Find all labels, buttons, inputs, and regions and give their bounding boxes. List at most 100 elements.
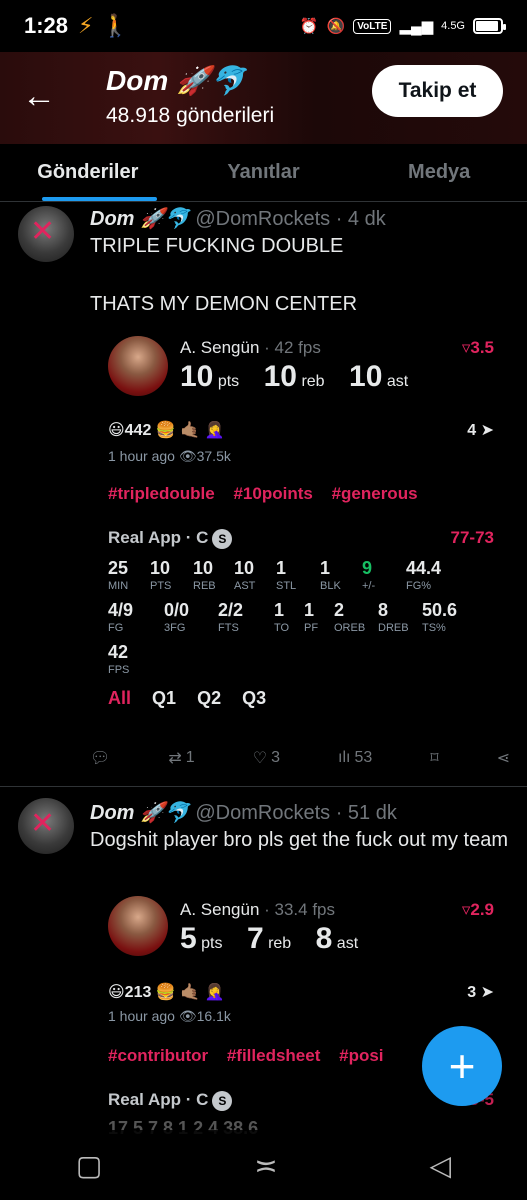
red-x-icon: ✕ [30,807,56,840]
red-x-icon: ✕ [30,215,56,248]
stat-cell: 0/0 3FG [164,600,190,634]
system-nav-bar: ▢ ≍ ◁ [0,1130,527,1200]
hashtag-row: #contributor #filledsheet #posi [108,1046,398,1066]
views-button[interactable]: ılı 53 [338,748,372,768]
compose-button[interactable]: + [422,1026,502,1106]
s-badge-icon: S [212,529,233,549]
quarter-all[interactable]: All [108,688,131,708]
game-score: 77-73 [450,528,494,547]
quarter-tabs: All Q1 Q2 Q3 [108,688,282,709]
follow-button[interactable]: Takip et [372,65,503,117]
bar-chart-icon: ılı [338,749,351,766]
stat-cell: 10 AST [234,558,256,592]
back-arrow-icon[interactable]: ← [22,78,62,118]
tweet-header: Dom 🚀🐬 @DomRockets · 4 dk [90,206,386,231]
signal-icon: ▂▄▆ [399,18,434,35]
share-count[interactable]: 4 ➤ [467,420,494,440]
alarm-icon: ⏰ [299,18,319,35]
profile-header: ← Dom 🚀🐬 48.918 gönderileri Takip et [0,52,527,144]
quarter-q3[interactable]: Q3 [242,688,266,708]
player-avatar [108,896,168,956]
reaction-emojis[interactable]: 😃213 🍔 🤙🏽 🤦‍♀️ [108,984,224,1001]
stat-cell: 1 PF [304,600,319,634]
stat-cell: 42 FPS [108,642,130,676]
tweet-text: TRIPLE FUCKING DOUBLE THATS MY DEMON CEN… [90,235,358,315]
battery-icon [473,18,506,34]
hashtag[interactable]: #10points [233,484,312,503]
back-triangle-icon[interactable]: ◁ [430,1149,452,1182]
tab-replies[interactable]: Yanıtlar [176,144,352,201]
like-button[interactable]: ♡ 3 [253,748,280,768]
fps-delta: ▿3.5 [461,338,494,357]
divider [0,786,527,787]
recents-icon[interactable]: ▢ [76,1149,102,1182]
hashtag[interactable]: #generous [332,484,418,503]
handle-time: @DomRockets · 51 dk [195,802,397,824]
profile-name: Dom 🚀🐬 [106,65,246,96]
tweet-actions: 💬︎ ⇄ 1 ♡ 3 ılı 53 ⌑ ⋖ [90,748,510,768]
s-badge-icon: S [212,1091,233,1111]
walking-icon: 🚶 [101,13,129,38]
retweet-button[interactable]: ⇄ 1 [168,748,194,768]
player-name: A. Sengün [180,338,260,357]
mute-icon: 🔕 [326,18,346,35]
stat-cell: 50.6 TS% [422,600,458,634]
reaction-emojis[interactable]: 😃442 🍔 🤙🏽 🤦‍♀️ [108,422,224,439]
app-notification-icon: ⚡ [78,13,94,38]
player-statline: 5 pts 7 reb 8 ast [180,922,359,955]
bookmark-button[interactable]: ⌑ [430,748,438,768]
quarter-q1[interactable]: Q1 [152,688,176,708]
player-card[interactable]: A. Sengün · 42 fps ▿3.5 10 pts 10 reb 10… [108,336,498,400]
post-meta: 1 hour ago 👁16.1k [108,1008,231,1024]
player-fps: · 33.4 fps [264,900,336,919]
avatar[interactable]: ✕ [18,798,74,854]
reply-button[interactable]: 💬︎ [90,748,110,768]
stat-cell: 2/2 FTS [218,600,244,634]
quarter-q2[interactable]: Q2 [197,688,221,708]
share-button[interactable]: ⋖ [497,748,510,768]
player-card[interactable]: A. Sengün · 33.4 fps ▿2.9 5 pts 7 reb 8 … [108,896,498,960]
reactions-row[interactable]: 😃213 🍔 🤙🏽 🤦‍♀️ 3 ➤ [108,982,498,1002]
player-name-line: A. Sengün · 42 fps [180,338,321,358]
player-fps: · 42 fps [264,338,321,357]
ast-value: 8 [315,922,333,955]
stat-cell: 10 REB [193,558,216,592]
display-name[interactable]: Dom 🚀🐬 [90,802,190,824]
display-name[interactable]: Dom 🚀🐬 [90,208,190,230]
plus-icon: + [448,1040,476,1092]
stat-cell: 8 DREB [378,600,409,634]
player-name: A. Sengün [180,900,260,919]
share-icon: ⋖ [496,750,510,767]
stat-cell: 1 STL [276,558,297,592]
bookmark-icon: ⌑ [430,750,439,767]
heart-icon: ♡ [252,750,268,767]
realapp-title: Real App · C [108,528,209,547]
fps-delta: ▿2.9 [461,900,494,919]
tweet-header: Dom 🚀🐬 @DomRockets · 51 dk [90,800,397,825]
reply-icon: 💬︎ [90,750,111,767]
tab-posts[interactable]: Gönderiler [0,144,176,201]
stat-cell: 25 MIN [108,558,129,592]
stat-cell: 1 BLK [320,558,341,592]
reb-value: 7 [246,922,264,955]
pts-value: 5 [180,922,197,955]
avatar[interactable]: ✕ [18,206,74,262]
hashtag[interactable]: #posi [339,1046,383,1065]
hashtag[interactable]: #tripledouble [108,484,215,503]
profile-tabs: Gönderiler Yanıtlar Medya [0,144,527,202]
stat-cell: 1 TO [274,600,290,634]
stat-cell: 4/9 FG [108,600,134,634]
post-meta: 1 hour ago 👁37.5k [108,448,231,464]
hashtag[interactable]: #filledsheet [227,1046,321,1065]
hashtag[interactable]: #contributor [108,1046,208,1065]
ast-value: 10 [349,360,383,393]
stat-cell: 2 OREB [334,600,366,634]
reb-value: 10 [263,360,297,393]
reactions-row[interactable]: 😃442 🍔 🤙🏽 🤦‍♀️ 4 ➤ [108,420,498,440]
stat-cell: 44.4 FG% [406,558,442,592]
tab-media[interactable]: Medya [351,144,527,201]
home-icon[interactable]: ≍ [254,1149,277,1182]
stat-cell: 9 +/- [362,558,376,592]
player-statline: 10 pts 10 reb 10 ast [180,360,409,393]
share-count[interactable]: 3 ➤ [467,982,494,1002]
